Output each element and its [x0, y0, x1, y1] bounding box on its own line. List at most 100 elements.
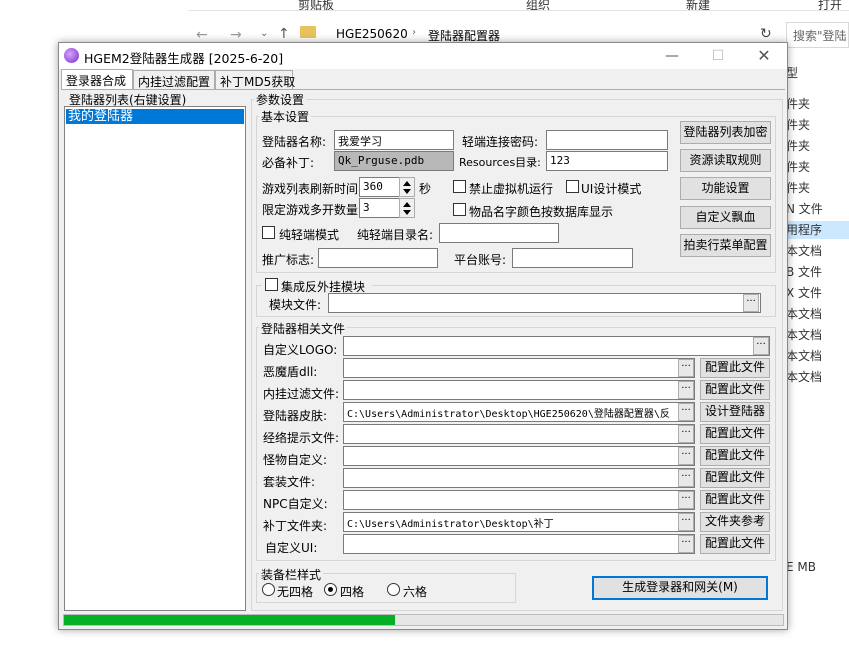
tab-underline: [61, 89, 785, 90]
config-file-button[interactable]: 配置此文件: [700, 468, 770, 488]
ribbon-new: 新建: [686, 0, 711, 12]
filter-file-input[interactable]: [343, 380, 695, 400]
list-item-selected[interactable]: 我的登陆器: [66, 109, 244, 124]
browse-button[interactable]: ···: [678, 447, 694, 465]
chevron-down-icon[interactable]: ⌄: [260, 28, 268, 39]
launcher-list-encrypt-button[interactable]: 登陆器列表加密: [680, 121, 771, 144]
file-row-label: 经络提示文件:: [263, 431, 340, 445]
pure-light-checkbox[interactable]: [262, 226, 275, 239]
module-file-input[interactable]: [328, 293, 761, 313]
custom-ui-input[interactable]: [343, 534, 695, 554]
refresh-icon[interactable]: ↻: [760, 26, 772, 42]
up-arrow-icon[interactable]: ↑: [278, 26, 290, 42]
minimize-icon[interactable]: —: [649, 43, 695, 69]
multi-open-input[interactable]: 3: [359, 198, 401, 218]
browse-button[interactable]: ···: [678, 359, 694, 377]
refresh-time-spinner[interactable]: [399, 177, 415, 197]
tab-synthesis[interactable]: 登录器合成: [61, 69, 133, 90]
item-color-checkbox[interactable]: [453, 203, 466, 216]
multi-open-spinner[interactable]: [399, 198, 415, 218]
browse-button[interactable]: ···: [678, 469, 694, 487]
resources-dir-label: Resources目录:: [459, 156, 541, 169]
folder-reference-button[interactable]: 文件夹参考: [700, 512, 770, 532]
search-input[interactable]: 搜索"登陆: [786, 22, 849, 48]
browse-button[interactable]: ···: [678, 491, 694, 509]
config-file-button[interactable]: 配置此文件: [700, 490, 770, 510]
launcher-list[interactable]: 我的登陆器: [64, 106, 246, 611]
design-launcher-button[interactable]: 设计登陆器: [700, 402, 770, 422]
ribbon-open: 打开: [818, 0, 843, 12]
list-item[interactable]: 本文档: [786, 242, 822, 259]
equip-none-radio[interactable]: [262, 583, 275, 596]
forward-arrow-icon[interactable]: →: [230, 27, 242, 43]
module-browse-button[interactable]: ···: [743, 294, 759, 312]
resource-rules-button[interactable]: 资源读取规则: [680, 149, 771, 172]
launcher-name-input[interactable]: 我爱学习: [334, 130, 454, 150]
list-item[interactable]: X 文件: [786, 284, 822, 301]
browse-button[interactable]: ···: [678, 425, 694, 443]
browse-button[interactable]: ···: [678, 381, 694, 399]
ribbon-organize: 组织: [526, 0, 551, 12]
list-item[interactable]: 件夹: [786, 95, 810, 112]
list-item[interactable]: 本文档: [786, 326, 822, 343]
tab-md5[interactable]: 补丁MD5获取: [215, 70, 295, 90]
generate-button[interactable]: 生成登录器和网关(M): [592, 576, 768, 600]
list-item[interactable]: N 文件: [786, 200, 823, 217]
list-item[interactable]: B 文件: [786, 263, 822, 280]
pure-light-label: 纯轻端模式: [279, 228, 340, 242]
list-item[interactable]: 本文档: [786, 305, 822, 322]
patch-folder-input[interactable]: C:\Users\Administrator\Desktop\补丁: [343, 512, 695, 532]
config-file-button[interactable]: 配置此文件: [700, 446, 770, 466]
list-item[interactable]: E MB: [786, 560, 816, 574]
npc-custom-input[interactable]: [343, 490, 695, 510]
breadcrumb-hge[interactable]: HGE250620: [336, 27, 408, 41]
config-file-button[interactable]: 配置此文件: [700, 358, 770, 378]
monster-custom-input[interactable]: [343, 446, 695, 466]
equip-none-label: 无四格: [277, 585, 314, 599]
equip-six-radio[interactable]: [387, 583, 400, 596]
config-file-button[interactable]: 配置此文件: [700, 380, 770, 400]
browse-button[interactable]: ···: [678, 513, 694, 531]
custom-damage-button[interactable]: 自定义飘血: [680, 206, 771, 229]
config-file-button[interactable]: 配置此文件: [700, 534, 770, 554]
config-file-button[interactable]: 配置此文件: [700, 424, 770, 444]
light-password-input[interactable]: [546, 130, 668, 150]
list-item[interactable]: 件夹: [786, 158, 810, 175]
suit-file-input[interactable]: [343, 468, 695, 488]
refresh-time-input[interactable]: 360: [359, 177, 401, 197]
anti-cheat-checkbox[interactable]: [265, 278, 278, 291]
vm-block-checkbox[interactable]: [453, 180, 466, 193]
list-item[interactable]: 件夹: [786, 179, 810, 196]
list-item-selected[interactable]: 用程序: [786, 221, 849, 239]
list-item[interactable]: 本文档: [786, 368, 822, 385]
required-patch-input[interactable]: Qk_Prguse.pdb: [334, 151, 454, 171]
platform-input[interactable]: [512, 248, 633, 268]
equip-four-label: 四格: [340, 585, 365, 599]
skin-input[interactable]: C:\Users\Administrator\Desktop\HGE250620…: [343, 402, 695, 422]
browse-button[interactable]: ···: [678, 535, 694, 553]
meridian-tip-input[interactable]: [343, 424, 695, 444]
back-arrow-icon[interactable]: ←: [196, 27, 208, 43]
list-item[interactable]: 件夹: [786, 116, 810, 133]
file-row-label: 登陆器皮肤:: [263, 409, 328, 423]
ribbon-divider: [188, 10, 849, 11]
maximize-icon[interactable]: ☐: [695, 43, 741, 69]
browse-button[interactable]: ···: [753, 337, 769, 355]
browse-button[interactable]: ···: [678, 403, 694, 421]
tab-filter-config[interactable]: 内挂过滤配置: [133, 70, 215, 90]
ui-mode-checkbox[interactable]: [566, 180, 579, 193]
pure-dir-input[interactable]: [439, 223, 559, 243]
promo-input[interactable]: [318, 248, 438, 268]
title-bar[interactable]: HGEM2登陆器生成器 [2025-6-20] — ☐ ✕: [59, 43, 787, 69]
promo-label: 推广标志:: [262, 253, 315, 267]
list-item[interactable]: 件夹: [786, 137, 810, 154]
resources-dir-input[interactable]: 123: [546, 151, 668, 171]
window-title: HGEM2登陆器生成器 [2025-6-20]: [84, 51, 284, 66]
list-item[interactable]: 本文档: [786, 347, 822, 364]
feature-settings-button[interactable]: 功能设置: [680, 177, 771, 200]
custom-logo-input[interactable]: [343, 336, 770, 356]
close-icon[interactable]: ✕: [741, 43, 787, 69]
auction-menu-button[interactable]: 拍卖行菜单配置: [680, 234, 771, 257]
equip-four-radio[interactable]: [324, 583, 337, 596]
demon-shield-input[interactable]: [343, 358, 695, 378]
